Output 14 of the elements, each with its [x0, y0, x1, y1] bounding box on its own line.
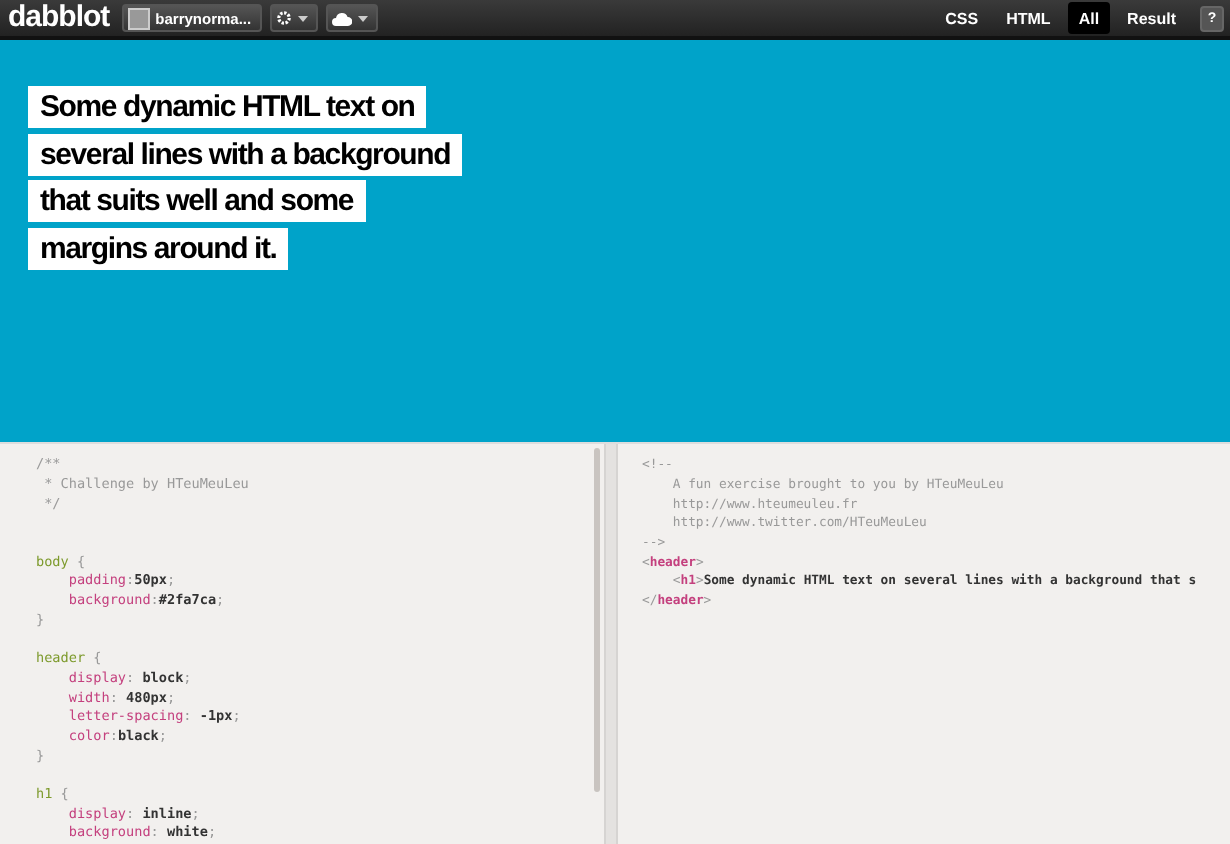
view-tab[interactable]: CSS — [935, 2, 989, 34]
logo: dabblot — [8, 0, 110, 36]
scrollbar[interactable] — [594, 448, 600, 793]
cloud-button[interactable] — [325, 4, 378, 32]
settings-button[interactable] — [269, 4, 318, 32]
caret-icon — [297, 15, 308, 21]
preview-heading: Some dynamic HTML text on several lines with a background that suits well and some margins around it. — [28, 84, 458, 272]
view-tab[interactable]: HTML — [996, 2, 1061, 34]
view-tab[interactable]: Result — [1117, 2, 1186, 34]
cloud-icon — [331, 11, 352, 25]
settings-icon — [275, 10, 292, 26]
caret-icon — [357, 15, 368, 21]
view-tab[interactable]: All — [1068, 2, 1110, 34]
avatar-icon — [127, 7, 150, 29]
